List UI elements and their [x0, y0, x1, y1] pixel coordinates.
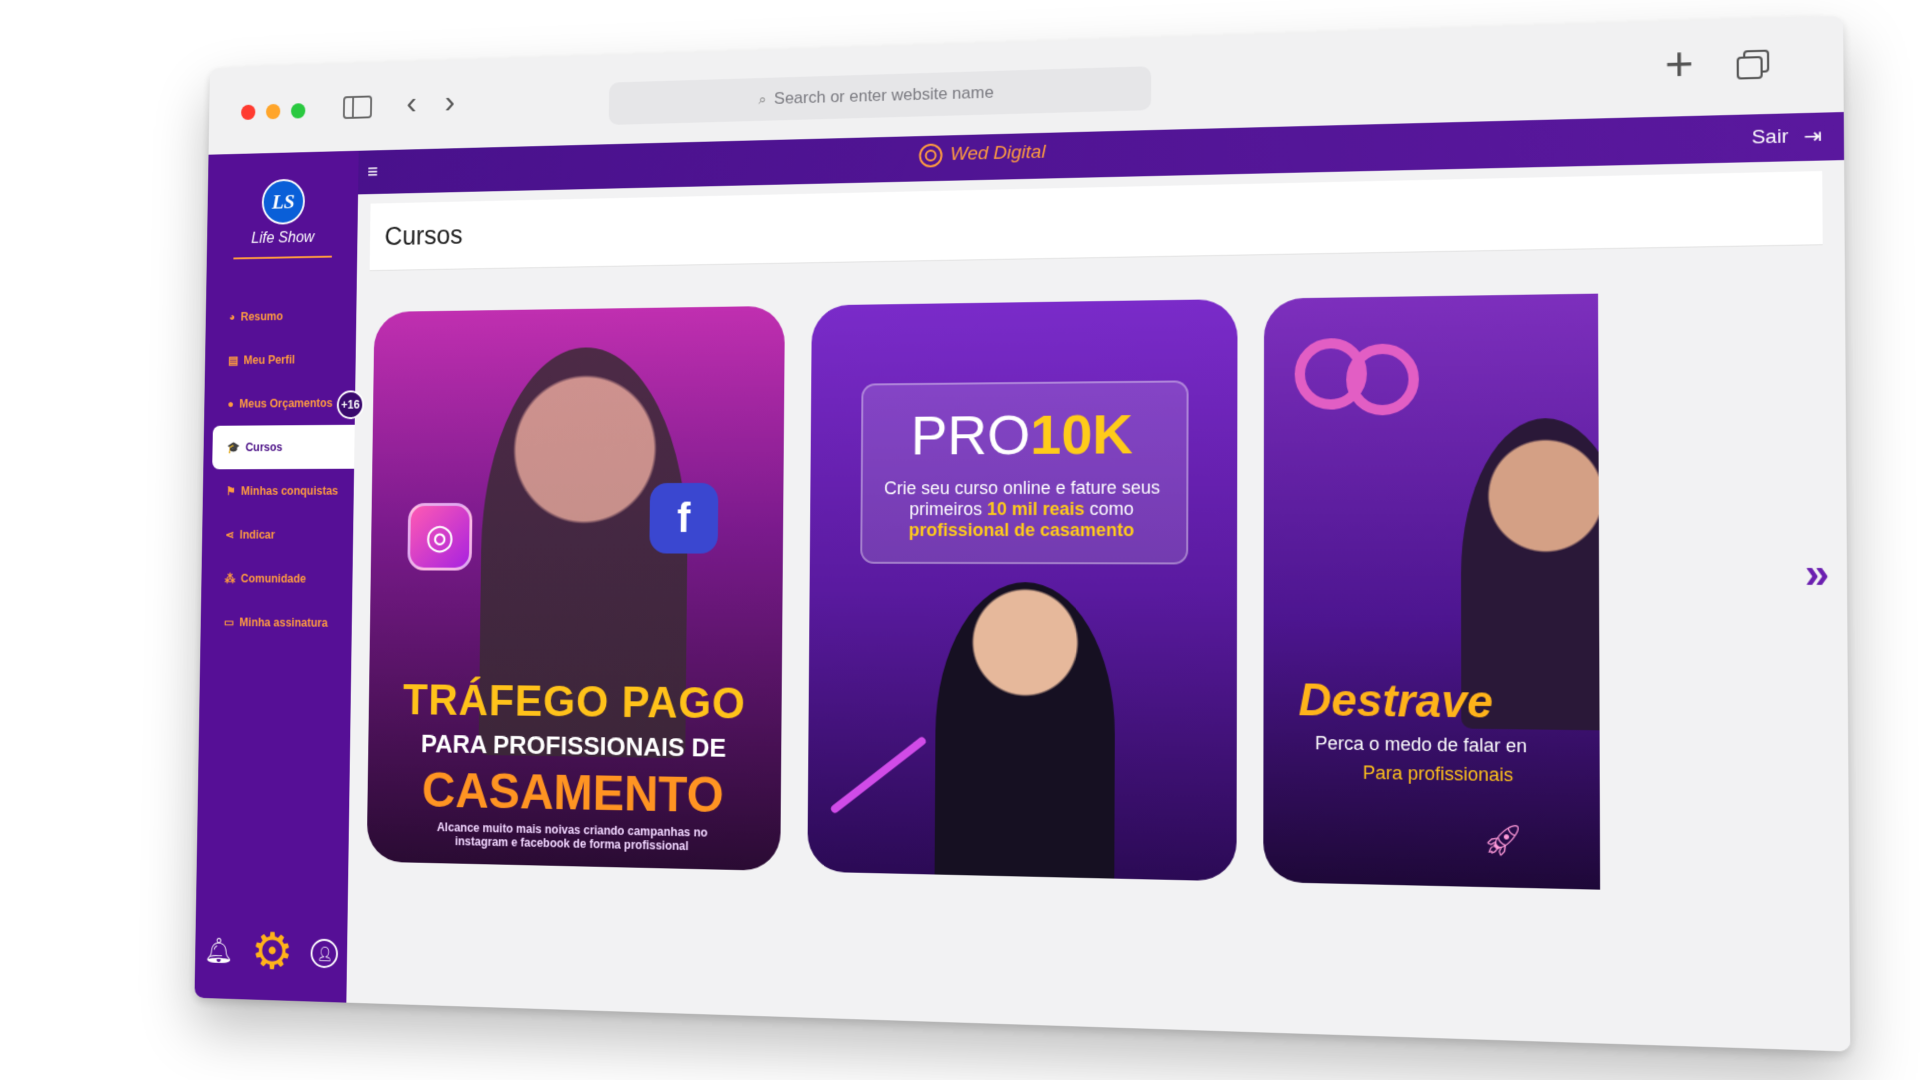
exit-icon: ⇥: [1803, 125, 1823, 149]
gear-icon[interactable]: ⚙: [251, 923, 294, 980]
sidebar-item-minhas-conquistas[interactable]: ⚑ Minhas conquistas: [203, 469, 355, 513]
logout-button[interactable]: Sair ⇥: [1752, 123, 1823, 151]
rings-logo-icon: [918, 143, 943, 168]
id-card-icon: ▤: [228, 353, 239, 368]
main-content: Cursos ◎ f TRÁFEGO PAGO PARA PROFISSIONA…: [346, 160, 1851, 1052]
logo-name: Life Show: [251, 229, 315, 247]
course-title-line3: CASAMENTO: [421, 762, 725, 824]
logout-label: Sair: [1751, 125, 1789, 149]
brand: Wed Digital: [918, 141, 1046, 168]
sidebar-item-label: Minha assinatura: [239, 615, 328, 630]
sidebar-footer: 🔔︎ ⚙ 👤︎: [195, 923, 348, 981]
close-window-button[interactable]: [240, 104, 256, 121]
instagram-icon: ◎: [407, 502, 473, 571]
course-description: Alcance muito mais noivas criando campan…: [436, 820, 708, 854]
maximize-window-button[interactable]: [290, 103, 306, 119]
subtitle-highlight: profissional de casamento: [908, 519, 1135, 541]
course-card-trafego-pago[interactable]: ◎ f TRÁFEGO PAGO PARA PROFISSIONAIS DE C…: [366, 305, 785, 871]
instructor-photo: [934, 581, 1116, 882]
hamburger-menu-icon[interactable]: ≡: [367, 162, 378, 184]
sidebar-item-minha-assinatura[interactable]: ▭ Minha assinatura: [200, 600, 352, 645]
course-title: PRO10K: [861, 401, 1185, 468]
bell-icon[interactable]: 🔔︎: [204, 935, 234, 966]
wedding-rings-icon: [1294, 337, 1430, 420]
facebook-icon: f: [649, 482, 719, 554]
course-title-line2: PARA PROFISSIONAIS DE: [420, 728, 727, 763]
flag-icon: ⚑: [225, 484, 236, 498]
logo-mark: LS: [261, 178, 306, 225]
credit-card-icon: ▭: [223, 615, 235, 629]
back-arrow-icon[interactable]: ‹: [406, 85, 417, 121]
carousel-next-icon[interactable]: »: [1805, 551, 1830, 599]
sidebar-item-label: Meus Orçamentos: [239, 396, 333, 411]
course-title: Destrave: [1298, 675, 1493, 728]
course-title-10k: 10K: [1030, 402, 1134, 466]
user-icon[interactable]: 👤︎: [310, 938, 339, 969]
brand-name: Wed Digital: [950, 141, 1046, 165]
sidebar-item-label: Indicar: [239, 528, 276, 542]
sidebar-logo: LS Life Show: [233, 178, 333, 260]
sidebar-item-label: Resumo: [240, 309, 284, 324]
sidebar-item-label: Comunidade: [240, 571, 307, 586]
subtitle-text: como: [1089, 498, 1134, 519]
sidebar-item-label: Cursos: [245, 440, 283, 455]
course-card-pro10k[interactable]: PRO10K Crie seu curso online e fature se…: [807, 299, 1238, 882]
sidebar-toggle-icon[interactable]: [342, 95, 373, 120]
course-subtitle: Crie seu curso online e fature seus prim…: [868, 477, 1176, 541]
rocket-icon: 🚀︎: [1482, 823, 1524, 859]
course-subtitle: Perca o medo de falar en: [1315, 732, 1528, 757]
new-tab-button[interactable]: +: [1665, 35, 1694, 92]
sidebar-item-cursos[interactable]: 🎓 Cursos: [212, 424, 355, 470]
graduation-cap-icon: 🎓: [226, 440, 241, 455]
sidebar-item-label: Meu Perfil: [243, 353, 296, 367]
forward-arrow-icon[interactable]: ›: [444, 83, 455, 119]
sidebar-item-label: Minhas conquistas: [240, 484, 339, 498]
growth-arrow-icon: [829, 735, 928, 815]
sidebar: LS Life Show ◕ Resumo ▤ Meu Perfil ● Meus O…: [194, 150, 365, 1003]
dashboard-icon: ◕: [228, 310, 236, 324]
course-title-line1: TRÁFEGO PAGO: [402, 676, 747, 729]
browser-window: ‹ › ⌕ Search or enter website name + Wed…: [194, 16, 1851, 1052]
sidebar-item-meus-orcamentos[interactable]: ● Meus Orçamentos +16: [204, 381, 365, 426]
course-title-pro: PRO: [910, 402, 1031, 467]
address-bar-placeholder: Search or enter website name: [773, 82, 994, 108]
budget-icon: ●: [227, 397, 235, 411]
sidebar-item-resumo[interactable]: ◕ Resumo: [205, 293, 356, 339]
minimize-window-button[interactable]: [265, 103, 281, 120]
subtitle-highlight: 10 mil reais: [986, 498, 1085, 520]
share-icon: ⋖: [225, 528, 235, 542]
divider: [233, 255, 332, 260]
sidebar-menu: ◕ Resumo ▤ Meu Perfil ● Meus Orçamentos +16 …: [200, 293, 365, 645]
address-bar[interactable]: ⌕ Search or enter website name: [608, 66, 1152, 125]
community-icon: ⁂: [224, 571, 236, 586]
course-subtitle-highlight: Para profissionais: [1362, 762, 1514, 786]
sidebar-item-indicar[interactable]: ⋖ Indicar: [202, 513, 354, 557]
sidebar-item-comunidade[interactable]: ⁂ Comunidade: [201, 557, 353, 601]
search-icon: ⌕: [758, 90, 767, 108]
course-card-destrave[interactable]: Destrave Perca o medo de falar en Para p…: [1263, 293, 1601, 890]
tabs-overview-icon[interactable]: [1736, 49, 1770, 80]
sidebar-item-meu-perfil[interactable]: ▤ Meu Perfil: [205, 337, 356, 382]
